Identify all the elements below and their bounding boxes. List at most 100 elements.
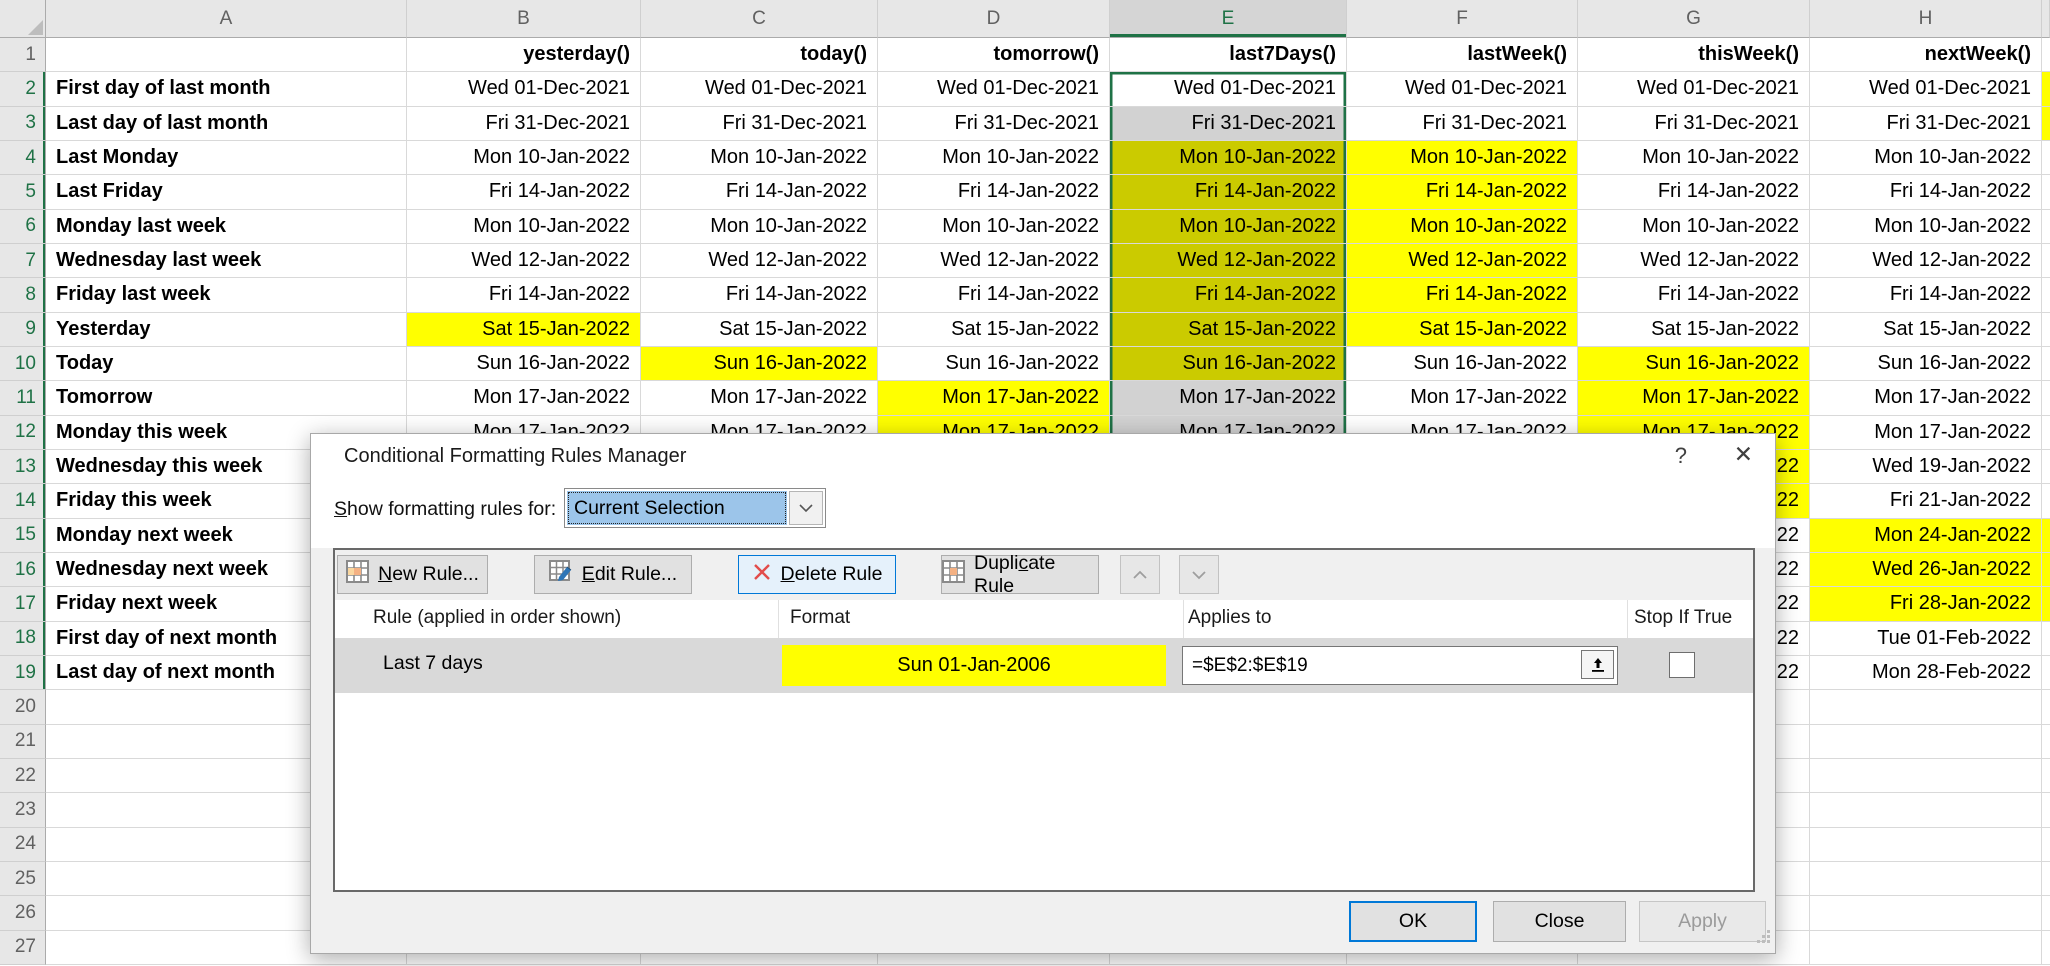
close-button[interactable]: Close xyxy=(1493,901,1626,942)
cell-G9[interactable]: Sat 15-Jan-2022 xyxy=(1578,313,1810,347)
cell-H8[interactable]: Fri 14-Jan-2022 xyxy=(1810,278,2042,312)
cell-H23[interactable] xyxy=(1810,793,2042,827)
row-header-5[interactable]: 5 xyxy=(0,175,46,209)
cell-D10[interactable]: Sun 16-Jan-2022 xyxy=(878,347,1110,381)
ok-button[interactable]: OK xyxy=(1349,901,1477,942)
row-header-11[interactable]: 11 xyxy=(0,381,46,415)
cell-H16[interactable]: Wed 26-Jan-2022 xyxy=(1810,553,2042,587)
cell-B1[interactable]: yesterday() xyxy=(407,38,641,72)
column-header-A[interactable]: A xyxy=(46,0,407,38)
stop-if-true-checkbox[interactable] xyxy=(1669,652,1695,678)
row-header-20[interactable]: 20 xyxy=(0,690,46,724)
cell-H22[interactable] xyxy=(1810,759,2042,793)
cell-C3[interactable]: Fri 31-Dec-2021 xyxy=(641,107,878,141)
close-icon[interactable]: ✕ xyxy=(1734,441,1753,468)
row-header-7[interactable]: 7 xyxy=(0,244,46,278)
cell-B5[interactable]: Fri 14-Jan-2022 xyxy=(407,175,641,209)
cell-G6[interactable]: Mon 10-Jan-2022 xyxy=(1578,210,1810,244)
column-header-G[interactable]: G xyxy=(1578,0,1810,38)
row-header-10[interactable]: 10 xyxy=(0,347,46,381)
row-header-12[interactable]: 12 xyxy=(0,416,46,450)
cell-D9[interactable]: Sat 15-Jan-2022 xyxy=(878,313,1110,347)
cell-G4[interactable]: Mon 10-Jan-2022 xyxy=(1578,141,1810,175)
cell-F3[interactable]: Fri 31-Dec-2021 xyxy=(1347,107,1578,141)
row-header-22[interactable]: 22 xyxy=(0,759,46,793)
cell-G10[interactable]: Sun 16-Jan-2022 xyxy=(1578,347,1810,381)
cell-H7[interactable]: Wed 12-Jan-2022 xyxy=(1810,244,2042,278)
row-header-21[interactable]: 21 xyxy=(0,725,46,759)
cell-C7[interactable]: Wed 12-Jan-2022 xyxy=(641,244,878,278)
cell-H10[interactable]: Sun 16-Jan-2022 xyxy=(1810,347,2042,381)
cell-E6[interactable]: Mon 10-Jan-2022 xyxy=(1110,210,1347,244)
cell-E9[interactable]: Sat 15-Jan-2022 xyxy=(1110,313,1347,347)
cell-A9[interactable]: Yesterday xyxy=(46,313,407,347)
cell-E4[interactable]: Mon 10-Jan-2022 xyxy=(1110,141,1347,175)
row-header-2[interactable]: 2 xyxy=(0,72,46,106)
rule-row[interactable]: Last 7 days Sun 01-Jan-2006 xyxy=(335,638,1753,693)
cell-G2[interactable]: Wed 01-Dec-2021 xyxy=(1578,72,1810,106)
cell-H1[interactable]: nextWeek() xyxy=(1810,38,2042,72)
apply-button[interactable]: Apply xyxy=(1639,901,1766,942)
cell-H5[interactable]: Fri 14-Jan-2022 xyxy=(1810,175,2042,209)
applies-to-input[interactable] xyxy=(1183,647,1582,684)
cell-F11[interactable]: Mon 17-Jan-2022 xyxy=(1347,381,1578,415)
cell-H3[interactable]: Fri 31-Dec-2021 xyxy=(1810,107,2042,141)
resize-grip[interactable] xyxy=(1756,929,1771,949)
row-header-26[interactable]: 26 xyxy=(0,896,46,930)
cell-G7[interactable]: Wed 12-Jan-2022 xyxy=(1578,244,1810,278)
cell-D2[interactable]: Wed 01-Dec-2021 xyxy=(878,72,1110,106)
cell-G3[interactable]: Fri 31-Dec-2021 xyxy=(1578,107,1810,141)
cell-H18[interactable]: Tue 01-Feb-2022 xyxy=(1810,622,2042,656)
cell-H9[interactable]: Sat 15-Jan-2022 xyxy=(1810,313,2042,347)
column-header-H[interactable]: H xyxy=(1810,0,2042,38)
cell-H14[interactable]: Fri 21-Jan-2022 xyxy=(1810,484,2042,518)
cell-C5[interactable]: Fri 14-Jan-2022 xyxy=(641,175,878,209)
row-header-27[interactable]: 27 xyxy=(0,931,46,965)
row-header-6[interactable]: 6 xyxy=(0,210,46,244)
cell-D7[interactable]: Wed 12-Jan-2022 xyxy=(878,244,1110,278)
cell-B2[interactable]: Wed 01-Dec-2021 xyxy=(407,72,641,106)
delete-rule-button[interactable]: Delete Rule xyxy=(738,555,896,594)
cell-F5[interactable]: Fri 14-Jan-2022 xyxy=(1347,175,1578,209)
column-header-E[interactable]: E xyxy=(1110,0,1347,38)
cell-A11[interactable]: Tomorrow xyxy=(46,381,407,415)
cell-H15[interactable]: Mon 24-Jan-2022 xyxy=(1810,519,2042,553)
cell-D3[interactable]: Fri 31-Dec-2021 xyxy=(878,107,1110,141)
cell-A3[interactable]: Last day of last month xyxy=(46,107,407,141)
cell-B11[interactable]: Mon 17-Jan-2022 xyxy=(407,381,641,415)
row-header-16[interactable]: 16 xyxy=(0,553,46,587)
cell-D6[interactable]: Mon 10-Jan-2022 xyxy=(878,210,1110,244)
cell-F7[interactable]: Wed 12-Jan-2022 xyxy=(1347,244,1578,278)
row-header-9[interactable]: 9 xyxy=(0,313,46,347)
cell-B10[interactable]: Sun 16-Jan-2022 xyxy=(407,347,641,381)
cell-A2[interactable]: First day of last month xyxy=(46,72,407,106)
cell-F2[interactable]: Wed 01-Dec-2021 xyxy=(1347,72,1578,106)
cell-H12[interactable]: Mon 17-Jan-2022 xyxy=(1810,416,2042,450)
cell-C10[interactable]: Sun 16-Jan-2022 xyxy=(641,347,878,381)
column-header-D[interactable]: D xyxy=(878,0,1110,38)
cell-E10[interactable]: Sun 16-Jan-2022 xyxy=(1110,347,1347,381)
cell-H25[interactable] xyxy=(1810,862,2042,896)
dialog-titlebar[interactable]: Conditional Formatting Rules Manager ? ✕ xyxy=(311,434,1775,480)
cell-C11[interactable]: Mon 17-Jan-2022 xyxy=(641,381,878,415)
cell-H6[interactable]: Mon 10-Jan-2022 xyxy=(1810,210,2042,244)
cell-H4[interactable]: Mon 10-Jan-2022 xyxy=(1810,141,2042,175)
cell-A6[interactable]: Monday last week xyxy=(46,210,407,244)
row-header-18[interactable]: 18 xyxy=(0,622,46,656)
cell-D4[interactable]: Mon 10-Jan-2022 xyxy=(878,141,1110,175)
cell-E5[interactable]: Fri 14-Jan-2022 xyxy=(1110,175,1347,209)
cell-G8[interactable]: Fri 14-Jan-2022 xyxy=(1578,278,1810,312)
cell-H17[interactable]: Fri 28-Jan-2022 xyxy=(1810,587,2042,621)
cell-B4[interactable]: Mon 10-Jan-2022 xyxy=(407,141,641,175)
cell-H19[interactable]: Mon 28-Feb-2022 xyxy=(1810,656,2042,690)
row-header-23[interactable]: 23 xyxy=(0,793,46,827)
cell-C9[interactable]: Sat 15-Jan-2022 xyxy=(641,313,878,347)
move-rule-up-button[interactable] xyxy=(1120,555,1160,594)
cell-A10[interactable]: Today xyxy=(46,347,407,381)
cell-E7[interactable]: Wed 12-Jan-2022 xyxy=(1110,244,1347,278)
cell-H2[interactable]: Wed 01-Dec-2021 xyxy=(1810,72,2042,106)
column-header-B[interactable]: B xyxy=(407,0,641,38)
cell-B8[interactable]: Fri 14-Jan-2022 xyxy=(407,278,641,312)
cell-H27[interactable] xyxy=(1810,931,2042,965)
chevron-down-icon[interactable] xyxy=(789,491,823,525)
